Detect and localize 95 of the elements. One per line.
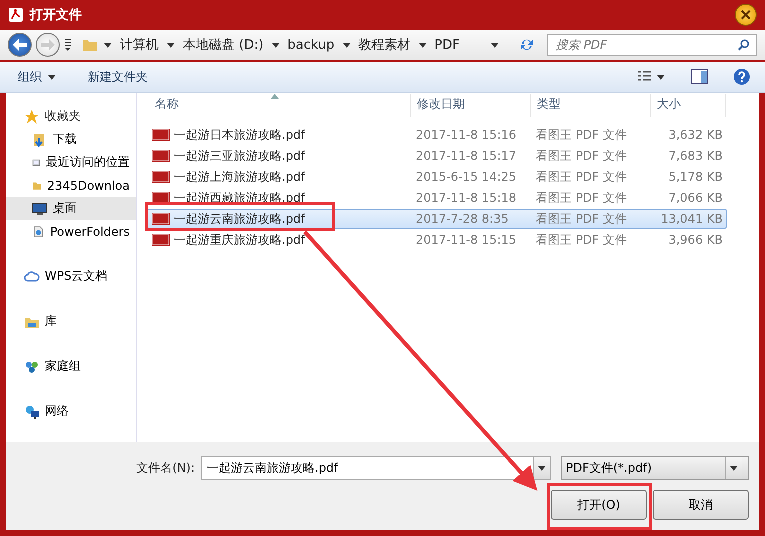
type-cell-text: 看图王 PDF 文件: [535, 168, 628, 186]
file-row[interactable]: 一起游三亚旅游攻略.pdf 2017-11-8 15:17 看图王 PDF 文件 7,683 KB: [147, 146, 727, 166]
search-input[interactable]: 搜索 PDF: [554, 37, 738, 53]
breadcrumb[interactable]: PDF: [432, 38, 462, 52]
size-cell-text: 3,966 KB: [668, 233, 724, 247]
date-cell-text: 2017-11-8 15:16: [415, 128, 518, 142]
file-name: 一起游日本旅游攻略.pdf: [174, 126, 306, 144]
size-cell-text: 7,066 KB: [668, 191, 724, 205]
star-icon: [24, 108, 40, 124]
column-header[interactable]: 类型: [531, 94, 651, 117]
history-dropdown-button[interactable]: [533, 457, 550, 479]
caret-icon: [104, 42, 112, 48]
caret-icon: [730, 466, 738, 470]
file-name: 一起游三亚旅游攻略.pdf: [174, 148, 306, 164]
pdf-file-icon: [152, 234, 170, 246]
sidebar-item[interactable]: 2345Downloa: [6, 174, 136, 197]
pdf-file-icon: [152, 150, 170, 162]
pdf-file-icon: [152, 171, 170, 183]
file-row[interactable]: 一起游云南旅游攻略.pdf 2017-7-28 8:35 看图王 PDF 文件 13,041 KB: [147, 209, 727, 229]
forward-arrow-icon: [41, 39, 55, 51]
size-cell-text: 7,683 KB: [668, 149, 724, 163]
pdf-file-icon: [152, 192, 170, 204]
column-header[interactable]: 名称: [149, 94, 411, 117]
desktop-icon: [32, 200, 48, 216]
address-bar[interactable]: 计算机 本地磁盘 (D:) backup 教程素材 PDF: [76, 33, 543, 57]
type-cell-text: 看图王 PDF 文件: [535, 190, 628, 206]
help-icon[interactable]: [733, 68, 751, 86]
breadcrumb[interactable]: 本地磁盘 (D:): [181, 36, 266, 54]
filename-input[interactable]: 一起游云南旅游攻略.pdf: [205, 460, 533, 476]
network-icon: [24, 404, 40, 420]
history-caret-icon[interactable]: [64, 38, 72, 52]
caret-icon: [167, 42, 175, 48]
open-button[interactable]: 打开(O): [551, 490, 647, 520]
sidebar-item[interactable]: 网络: [6, 400, 75, 423]
caret-icon: [538, 466, 546, 470]
cancel-button[interactable]: 取消: [653, 490, 749, 520]
caret-icon: [272, 42, 280, 48]
pdf-app-icon: [8, 7, 24, 23]
sidebar-item[interactable]: 下载: [6, 128, 136, 151]
date-cell-text: 2017-7-28 8:35: [415, 212, 510, 226]
file-name: 一起游云南旅游攻略.pdf: [174, 210, 306, 228]
close-icon: [741, 10, 751, 20]
file-name: 一起游上海旅游攻略.pdf: [174, 168, 306, 186]
sidebar-item[interactable]: 家庭组: [6, 355, 87, 378]
date-cell-text: 2017-11-8 15:15: [415, 233, 518, 247]
file-row[interactable]: 一起游上海旅游攻略.pdf 2015-6-15 14:25 看图王 PDF 文件 5,178 KB: [147, 167, 727, 187]
window-title: 打开文件: [30, 6, 83, 24]
caret-icon: [418, 42, 427, 48]
type-cell-text: 看图王 PDF 文件: [535, 126, 628, 144]
column-header[interactable]: 修改日期: [411, 94, 531, 117]
date-cell-text: 2015-6-15 14:25: [415, 170, 518, 184]
file-row[interactable]: 一起游日本旅游攻略.pdf 2017-11-8 15:16 看图王 PDF 文件 3,632 KB: [147, 125, 727, 145]
new-folder-button[interactable]: 新建文件夹: [84, 66, 152, 88]
filename-label: 文件名(N):: [136, 460, 195, 476]
file-name: 一起游重庆旅游攻略.pdf: [174, 232, 306, 248]
caret-icon: [48, 74, 56, 80]
breadcrumb[interactable]: 教程素材: [356, 36, 413, 54]
back-button[interactable]: [8, 33, 32, 57]
date-cell-text: 2017-11-8 15:17: [415, 149, 518, 163]
forward-button[interactable]: [36, 33, 60, 57]
size-cell-text: 3,632 KB: [668, 128, 724, 142]
filetype-dropdown[interactable]: PDF文件(*.pdf): [561, 456, 749, 480]
pdf-file-icon: [152, 213, 170, 225]
document-icon: [32, 224, 46, 240]
caret-icon: [342, 42, 351, 48]
type-cell-text: 看图王 PDF 文件: [535, 148, 628, 164]
pdf-file-icon: [152, 129, 170, 141]
date-cell-text: 2017-11-8 15:18: [415, 191, 518, 205]
organize-menu[interactable]: 组织: [14, 66, 60, 88]
sidebar-item[interactable]: WPS云文档: [6, 265, 114, 288]
cloud-icon: [24, 268, 40, 284]
sort-arrow-icon: [271, 94, 279, 99]
favorites-header[interactable]: 收藏夹: [45, 108, 81, 125]
back-arrow-icon: [13, 39, 27, 51]
sidebar-item[interactable]: PowerFolders: [6, 220, 136, 243]
size-cell-text: 5,178 KB: [668, 170, 724, 184]
breadcrumb[interactable]: 计算机: [118, 36, 161, 54]
search-icon[interactable]: [738, 39, 750, 51]
search-field[interactable]: 搜索 PDF: [547, 34, 757, 56]
type-cell-text: 看图王 PDF 文件: [535, 210, 628, 228]
file-row[interactable]: 一起游重庆旅游攻略.pdf 2017-11-8 15:15 看图王 PDF 文件 3,966 KB: [147, 230, 727, 250]
size-cell-text: 13,041 KB: [660, 212, 724, 226]
folder-icon: [82, 37, 98, 53]
type-cell-text: 看图王 PDF 文件: [535, 232, 628, 248]
sidebar-item[interactable]: 最近访问的位置: [6, 151, 136, 174]
preview-pane-icon[interactable]: [691, 69, 709, 85]
view-options-icon[interactable]: [637, 70, 667, 84]
close-button[interactable]: [735, 4, 757, 26]
column-header[interactable]: 大小: [651, 94, 726, 117]
filename-field[interactable]: 一起游云南旅游攻略.pdf: [201, 456, 551, 480]
dropdown-caret-icon: [491, 42, 499, 48]
sidebar-item[interactable]: 桌面: [6, 197, 136, 220]
breadcrumb[interactable]: backup: [286, 38, 337, 52]
sidebar-item[interactable]: 库: [6, 310, 63, 333]
refresh-icon[interactable]: [519, 37, 535, 53]
